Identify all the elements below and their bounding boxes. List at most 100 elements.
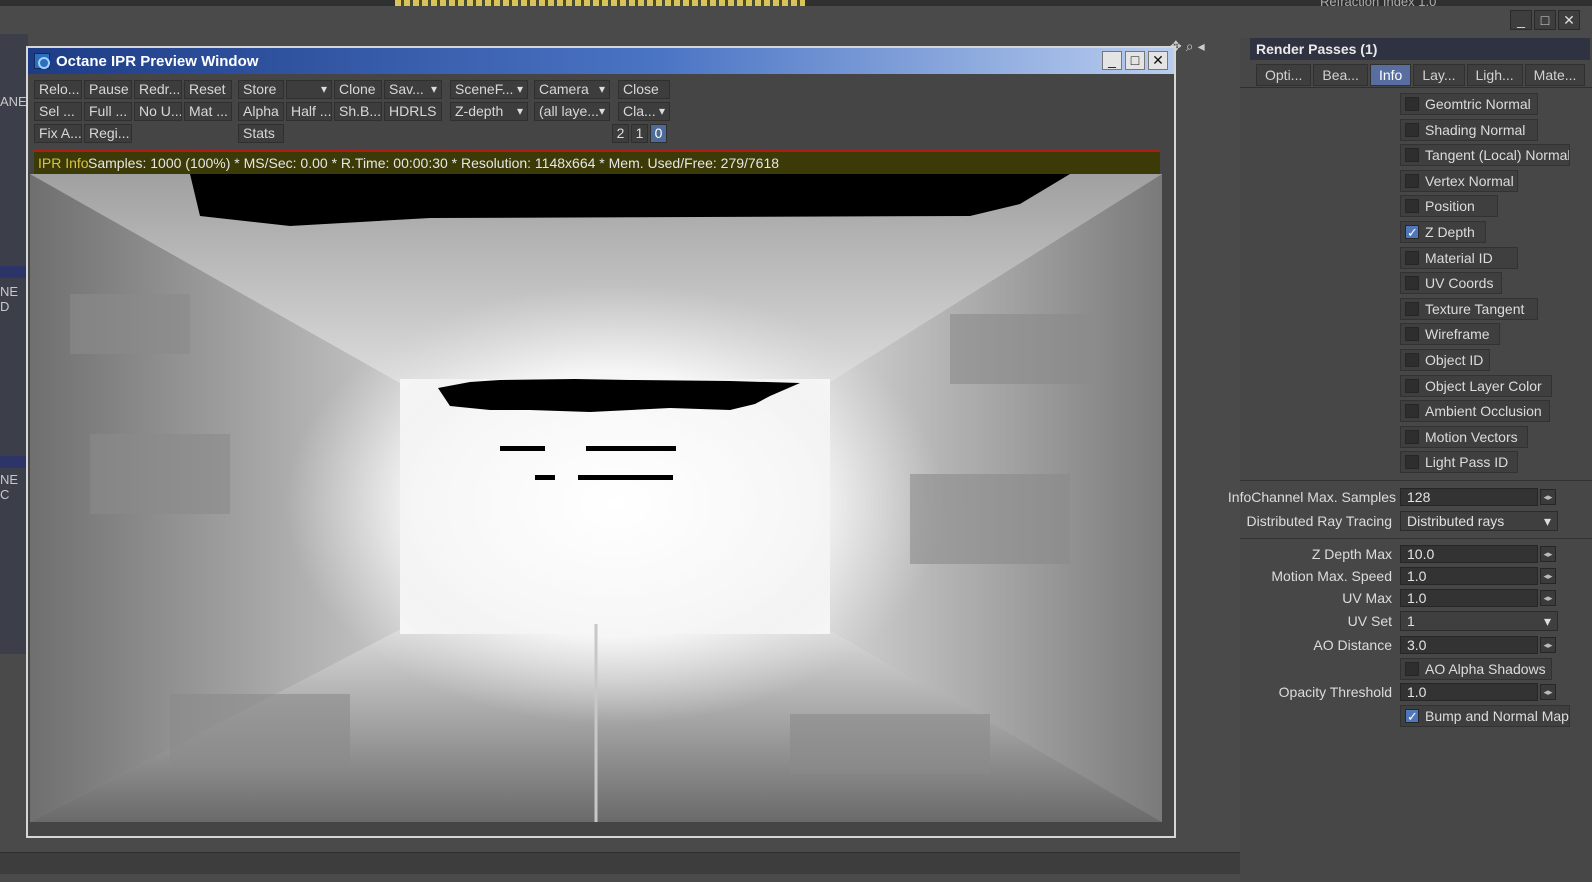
host-maximize-button[interactable]: □: [1534, 10, 1556, 30]
pass-checkbox[interactable]: Material ID: [1400, 246, 1518, 269]
shadow-button[interactable]: Sh.B...: [334, 102, 382, 121]
opacity-threshold-label: Opacity Threshold: [1278, 684, 1392, 700]
select-button[interactable]: Sel ...: [34, 102, 82, 121]
info-max-samples-field[interactable]: 128: [1400, 488, 1538, 506]
half-button[interactable]: Half ...: [286, 102, 332, 121]
checkbox-box: [1405, 276, 1419, 291]
pass-checkbox[interactable]: Object Layer Color: [1400, 374, 1552, 397]
pass-checkbox[interactable]: UV Coords: [1400, 272, 1502, 295]
hdrls-button[interactable]: HDRLS: [384, 102, 442, 121]
pass-checkbox[interactable]: Tangent (Local) Normal: [1400, 144, 1570, 167]
info-max-samples-spinner[interactable]: ◂▸: [1540, 489, 1556, 505]
ipr-minimize-button[interactable]: _: [1102, 51, 1122, 70]
tab-lights[interactable]: Ligh...: [1466, 64, 1523, 86]
no-update-button[interactable]: No U...: [134, 102, 182, 121]
save-dropdown[interactable]: Sav...: [384, 80, 442, 99]
bump-normal-checkbox[interactable]: Bump and Normal Map: [1400, 705, 1570, 727]
layers-dropdown[interactable]: (all laye...: [534, 102, 610, 121]
material-button[interactable]: Mat ...: [184, 102, 232, 121]
tab-materials[interactable]: Mate...: [1524, 64, 1586, 86]
zdepth-render-image: [30, 174, 1162, 822]
ipr-close-button[interactable]: ✕: [1148, 51, 1168, 70]
motion-max-spinner[interactable]: ◂▸: [1540, 568, 1556, 584]
host-timeline-marks: [395, 0, 805, 6]
checkbox-label: Object ID: [1425, 352, 1484, 368]
uv-max-field[interactable]: 1.0: [1400, 589, 1538, 607]
ipr-maximize-button[interactable]: □: [1125, 51, 1145, 70]
checkbox-box: [1405, 429, 1419, 444]
host-minimize-button[interactable]: _: [1510, 10, 1532, 30]
ray-tracing-select[interactable]: Distributed rays: [1400, 511, 1558, 531]
pass-checkbox[interactable]: Light Pass ID: [1400, 451, 1518, 474]
reset-button[interactable]: Reset: [184, 80, 232, 99]
close-button[interactable]: Close: [618, 80, 670, 99]
checkbox-label: Object Layer Color: [1425, 377, 1542, 394]
full-button[interactable]: Full ...: [84, 102, 132, 121]
checkbox-box: [1405, 173, 1419, 188]
tabs-divider: [1240, 87, 1592, 88]
zdepth-max-field[interactable]: 10.0: [1400, 545, 1538, 563]
zoom-icon[interactable]: ⌕: [1186, 38, 1194, 55]
checkbox-label: Ambient Occlusion: [1425, 403, 1542, 420]
uv-max-spinner[interactable]: ◂▸: [1540, 590, 1556, 606]
pass-dropdown[interactable]: Z-depth: [450, 102, 528, 121]
checkbox-label: Position: [1425, 198, 1475, 215]
host-left-blue-strip: [0, 456, 28, 468]
alpha-button[interactable]: Alpha: [238, 102, 284, 121]
tab-options[interactable]: Opti...: [1256, 64, 1312, 86]
checkbox-box-checked: [1405, 223, 1419, 242]
ipr-title-bar[interactable]: Octane IPR Preview Window _ □ ✕: [28, 48, 1174, 74]
pass-checkbox[interactable]: Wireframe: [1400, 323, 1500, 346]
render-viewport[interactable]: [30, 174, 1162, 822]
ipr-toolbar: Relo... Pause Redr... Reset Store Clone …: [34, 80, 1164, 144]
redraw-button[interactable]: Redr...: [134, 80, 182, 99]
checkbox-label: Geomtric Normal: [1425, 96, 1531, 112]
clay-dropdown[interactable]: Cla...: [618, 102, 670, 121]
checkbox-box: [1405, 353, 1419, 367]
pass-checkbox[interactable]: Texture Tangent: [1400, 297, 1538, 320]
scene-dropdown[interactable]: SceneF...: [450, 80, 528, 99]
pass-checkbox[interactable]: Ambient Occlusion: [1400, 400, 1550, 423]
tab-layers[interactable]: Lay...: [1413, 64, 1465, 86]
pass-checkbox[interactable]: Object ID: [1400, 349, 1490, 371]
host-close-button[interactable]: ✕: [1558, 10, 1580, 30]
ipr-title: Octane IPR Preview Window: [56, 52, 259, 70]
pass-checkbox[interactable]: Motion Vectors: [1400, 425, 1528, 448]
reload-button[interactable]: Relo...: [34, 80, 82, 99]
ao-distance-field[interactable]: 3.0: [1400, 636, 1538, 654]
store-slot-dropdown[interactable]: [286, 80, 332, 99]
checkbox-box-checked: [1405, 707, 1419, 726]
pass-checkbox[interactable]: Position: [1400, 195, 1498, 218]
number-button[interactable]: 1: [631, 124, 648, 143]
fix-aspect-button[interactable]: Fix A...: [34, 124, 82, 143]
region-button[interactable]: Regi...: [84, 124, 132, 143]
stats-button[interactable]: Stats: [238, 124, 284, 143]
tab-info[interactable]: Info: [1369, 64, 1412, 86]
pass-checkbox[interactable]: Shading Normal: [1400, 118, 1538, 141]
number-button[interactable]: 0: [650, 124, 667, 143]
checkbox-label: Motion Vectors: [1425, 428, 1518, 445]
opacity-threshold-field[interactable]: 1.0: [1400, 683, 1538, 701]
ao-alpha-shadows-checkbox[interactable]: AO Alpha Shadows: [1400, 658, 1552, 680]
camera-dropdown[interactable]: Camera: [534, 80, 610, 99]
collapse-arrow-icon[interactable]: ◂: [1198, 38, 1205, 55]
host-left-panel: ANE NE D NE C: [0, 34, 28, 654]
number-button[interactable]: 2: [612, 124, 629, 143]
uv-set-select[interactable]: 1: [1400, 611, 1558, 631]
host-left-label: NE D: [0, 284, 19, 314]
clone-button[interactable]: Clone: [334, 80, 382, 99]
zdepth-max-spinner[interactable]: ◂▸: [1540, 546, 1556, 562]
ao-distance-spinner[interactable]: ◂▸: [1540, 637, 1556, 653]
checkbox-box: [1405, 301, 1419, 316]
pass-checkbox[interactable]: Geomtric Normal: [1400, 93, 1538, 115]
motion-max-field[interactable]: 1.0: [1400, 567, 1538, 585]
tab-beauty[interactable]: Bea...: [1313, 64, 1368, 86]
store-button[interactable]: Store: [238, 80, 284, 99]
checkbox-label: Tangent (Local) Normal: [1425, 147, 1570, 164]
pass-checkbox[interactable]: Z Depth: [1400, 221, 1486, 243]
opacity-threshold-spinner[interactable]: ◂▸: [1540, 684, 1556, 700]
host-left-blue-strip: [0, 266, 28, 278]
pass-checkbox[interactable]: Vertex Normal: [1400, 169, 1518, 192]
ipr-info-bar: IPR Info Samples: 1000 (100%) * MS/Sec: …: [34, 150, 1160, 174]
pause-button[interactable]: Pause: [84, 80, 132, 99]
